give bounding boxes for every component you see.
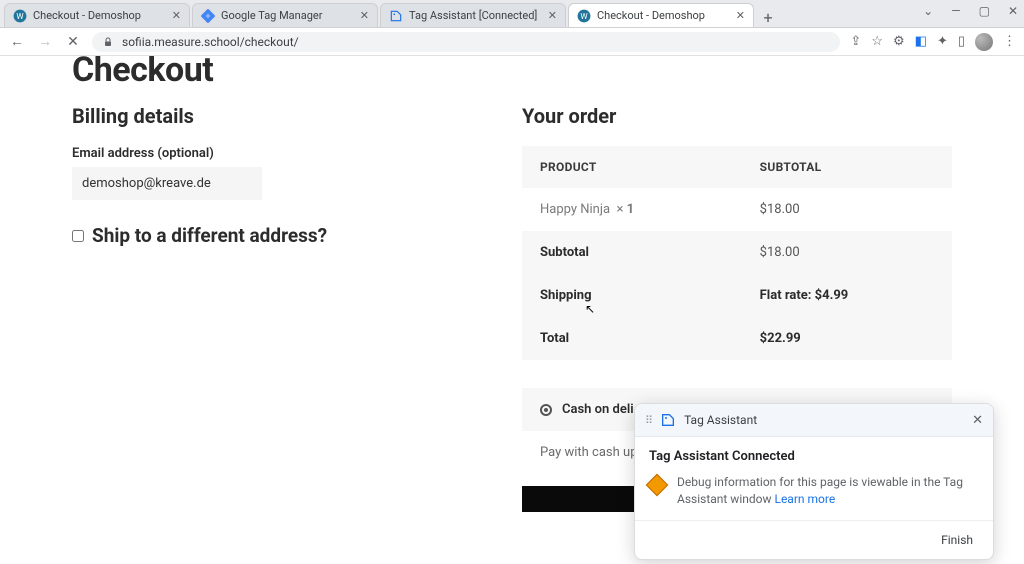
close-icon[interactable]: ✕: [360, 9, 369, 22]
page-title: Checkout: [72, 56, 952, 90]
svg-text:W: W: [580, 10, 588, 20]
tab-1[interactable]: W Checkout - Demoshop ✕: [4, 3, 190, 27]
total-value: $22.99: [742, 317, 952, 360]
url-text: sofiia.measure.school/checkout/: [122, 35, 299, 49]
product-price: $18.00: [742, 188, 952, 231]
page-viewport: Checkout Billing details Email address (…: [0, 56, 1024, 564]
table-row: Happy Ninja × 1 $18.00: [522, 188, 952, 231]
shipping-value: Flat rate: $4.99: [742, 274, 952, 317]
tab-title: Tag Assistant [Connected]: [409, 9, 542, 22]
close-window-icon[interactable]: ✕: [1008, 4, 1018, 18]
diamond-icon: [646, 474, 669, 497]
lock-icon: [102, 36, 114, 48]
payment-label: Cash on deli: [562, 402, 634, 417]
window-controls: ⌄ — ▢ ✕: [923, 4, 1018, 18]
subtotal-label: Subtotal: [522, 231, 742, 274]
product-qty: 1: [627, 202, 634, 217]
tab-title: Google Tag Manager: [221, 9, 354, 22]
col-subtotal: SUBTOTAL: [742, 146, 952, 188]
maximize-icon[interactable]: ▢: [979, 4, 990, 18]
forward-button: →: [36, 33, 54, 50]
browser-tabstrip: W Checkout - Demoshop ✕ Google Tag Manag…: [0, 0, 1024, 28]
close-icon[interactable]: ✕: [548, 9, 557, 22]
gtm-icon: [201, 9, 215, 23]
billing-section: Billing details Email address (optional)…: [72, 104, 482, 512]
tab-3[interactable]: Tag Assistant [Connected] ✕: [380, 3, 566, 27]
ship-different-checkbox[interactable]: [72, 230, 84, 242]
tab-title: Checkout - Demoshop: [33, 9, 166, 22]
close-icon[interactable]: ✕: [172, 9, 181, 22]
tab-4[interactable]: W Checkout - Demoshop ✕: [568, 3, 754, 27]
table-row: Subtotal $18.00: [522, 231, 952, 274]
tab-title: Checkout - Demoshop: [597, 9, 730, 22]
tag-assistant-popup: ⠿ Tag Assistant ✕ Tag Assistant Connecte…: [634, 403, 994, 560]
puzzle-icon[interactable]: ✦: [937, 34, 948, 49]
star-icon[interactable]: ☆: [871, 34, 883, 49]
table-row: Shipping Flat rate: $4.99: [522, 274, 952, 317]
popup-title: Tag Assistant Connected: [649, 449, 979, 464]
share-icon[interactable]: ⇪: [850, 34, 861, 49]
shipping-label: Shipping: [522, 274, 742, 317]
email-field[interactable]: [72, 167, 262, 200]
wordpress-icon: W: [577, 9, 591, 23]
total-label: Total: [522, 317, 742, 360]
order-table: PRODUCT SUBTOTAL Happy Ninja × 1 $18.00: [522, 146, 952, 360]
drag-handle-icon[interactable]: ⠿: [645, 414, 652, 427]
address-bar: ← → ✕ sofiia.measure.school/checkout/ ⇪ …: [0, 28, 1024, 56]
product-name: Happy Ninja: [540, 202, 610, 217]
billing-title: Billing details: [72, 104, 482, 128]
popup-header: Tag Assistant: [684, 413, 757, 427]
back-button[interactable]: ←: [8, 33, 26, 50]
close-icon[interactable]: ✕: [736, 9, 745, 22]
close-icon[interactable]: ✕: [972, 413, 983, 428]
url-input[interactable]: sofiia.measure.school/checkout/: [92, 32, 840, 52]
stop-reload-button[interactable]: ✕: [64, 34, 82, 50]
new-tab-button[interactable]: +: [756, 8, 780, 27]
col-product: PRODUCT: [522, 146, 742, 188]
qty-prefix: ×: [617, 202, 627, 217]
panel-icon[interactable]: ▯: [958, 34, 965, 49]
ext-icon-1[interactable]: ⚙: [893, 34, 905, 49]
email-label: Email address (optional): [72, 146, 482, 161]
tab-2[interactable]: Google Tag Manager ✕: [192, 3, 378, 27]
avatar[interactable]: [975, 33, 993, 51]
minimize-icon[interactable]: —: [951, 4, 960, 18]
radio-selected-icon: [540, 404, 552, 416]
finish-button[interactable]: Finish: [935, 529, 979, 551]
learn-more-link[interactable]: Learn more: [774, 492, 835, 506]
svg-text:W: W: [16, 10, 24, 20]
subtotal-value: $18.00: [742, 231, 952, 274]
ship-different-label: Ship to a different address?: [92, 224, 327, 247]
menu-icon[interactable]: ⋮: [1003, 34, 1016, 49]
tagassist-icon: [389, 9, 403, 23]
ext-icon-2[interactable]: ◧: [915, 34, 927, 49]
wordpress-icon: W: [13, 9, 27, 23]
chevron-down-icon[interactable]: ⌄: [923, 4, 933, 18]
table-row: Total $22.99: [522, 317, 952, 360]
order-title: Your order: [522, 104, 952, 128]
tagassist-icon: [660, 412, 676, 428]
